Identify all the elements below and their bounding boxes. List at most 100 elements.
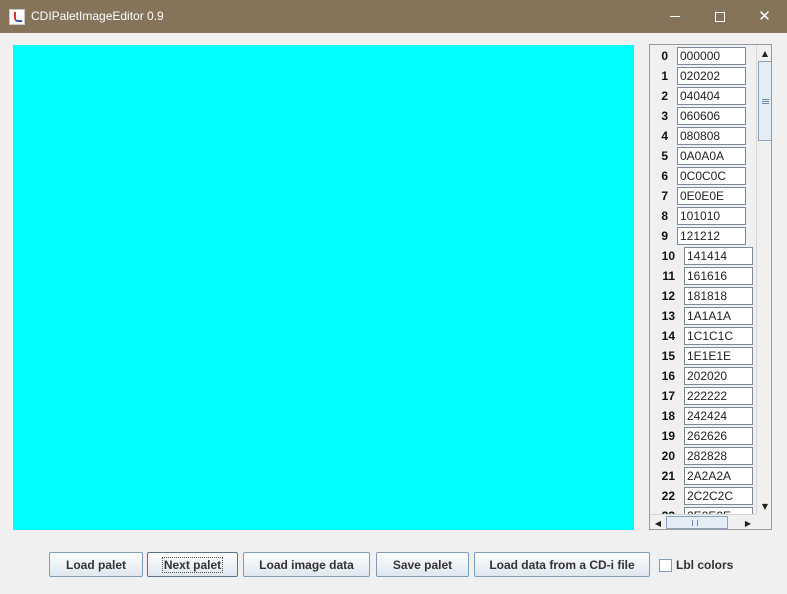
close-button[interactable]: ✕ — [742, 0, 787, 33]
save-palet-button[interactable]: Save palet — [376, 552, 469, 577]
palette-index: 18 — [661, 409, 675, 423]
palette-color-field[interactable]: 040404 — [677, 87, 746, 105]
title-bar: CDIPaletImageEditor 0.9 ✕ — [0, 0, 787, 33]
load-cdi-file-button[interactable]: Load data from a CD-i file — [474, 552, 650, 577]
palette-index: 19 — [661, 429, 675, 443]
palette-color-field[interactable]: 101010 — [677, 207, 746, 225]
palette-row: 15 1E1E1E — [650, 346, 756, 366]
palette-row: 7 0E0E0E — [650, 186, 756, 206]
palette-row: 11 161616 — [650, 266, 756, 286]
palette-index: 22 — [661, 489, 675, 503]
palette-color-field[interactable]: 222222 — [684, 387, 753, 405]
palette-color-field[interactable]: 202020 — [684, 367, 753, 385]
palette-index: 15 — [661, 349, 675, 363]
palette-index: 6 — [661, 169, 668, 183]
palette-color-field[interactable]: 121212 — [677, 227, 746, 245]
load-cdi-file-label: Load data from a CD-i file — [489, 557, 635, 572]
maximize-button[interactable] — [697, 0, 742, 33]
palette-row: 20 282828 — [650, 446, 756, 466]
palette-list: 0 000000 1 020202 2 040404 3 060606 4 080808 5 0A0A… — [650, 45, 756, 514]
lbl-colors-label[interactable]: Lbl colors — [676, 558, 733, 572]
palette-row: 14 1C1C1C — [650, 326, 756, 346]
palette-color-field[interactable]: 141414 — [684, 247, 753, 265]
palette-panel: 0 000000 1 020202 2 040404 3 060606 4 080808 5 0A0A… — [649, 44, 772, 530]
palette-row: 6 0C0C0C — [650, 166, 756, 186]
scroll-up-arrow-icon[interactable]: ▲ — [757, 45, 771, 61]
minimize-button[interactable] — [652, 0, 697, 33]
palette-color-field[interactable]: 262626 — [684, 427, 753, 445]
palette-color-field[interactable]: 1E1E1E — [684, 347, 753, 365]
image-canvas[interactable] — [13, 45, 634, 530]
palette-index: 17 — [661, 389, 675, 403]
palette-color-field[interactable]: 000000 — [677, 47, 746, 65]
palette-row: 9 121212 — [650, 226, 756, 246]
palette-row: 5 0A0A0A — [650, 146, 756, 166]
palette-row: 18 242424 — [650, 406, 756, 426]
palette-index: 9 — [661, 229, 668, 243]
palette-color-field[interactable]: 161616 — [684, 267, 753, 285]
grip-icon — [692, 520, 698, 526]
load-palet-button[interactable]: Load palet — [49, 552, 143, 577]
palette-row: 16 202020 — [650, 366, 756, 386]
palette-row: 4 080808 — [650, 126, 756, 146]
vertical-scrollbar[interactable]: ▲ ▼ — [756, 45, 771, 514]
palette-color-field[interactable]: 080808 — [677, 127, 746, 145]
palette-row: 22 2C2C2C — [650, 486, 756, 506]
horizontal-scroll-thumb[interactable] — [666, 516, 728, 529]
vertical-scroll-thumb[interactable] — [758, 61, 771, 141]
grip-icon — [762, 99, 769, 104]
palette-row: 1 020202 — [650, 66, 756, 86]
palette-color-field[interactable]: 2C2C2C — [684, 487, 753, 505]
palette-color-field[interactable]: 0C0C0C — [677, 167, 746, 185]
palette-color-field[interactable]: 060606 — [677, 107, 746, 125]
palette-color-field[interactable]: 1C1C1C — [684, 327, 753, 345]
palette-color-field[interactable]: 2E2E2E — [684, 507, 753, 514]
palette-color-field[interactable]: 282828 — [684, 447, 753, 465]
save-palet-label: Save palet — [392, 557, 453, 572]
palette-index: 0 — [661, 49, 668, 63]
load-palet-label: Load palet — [65, 557, 126, 572]
palette-color-field[interactable]: 1A1A1A — [684, 307, 753, 325]
maximize-icon — [714, 11, 725, 22]
palette-color-field[interactable]: 181818 — [684, 287, 753, 305]
palette-index: 14 — [661, 329, 675, 343]
palette-color-field[interactable]: 242424 — [684, 407, 753, 425]
palette-color-field[interactable]: 0A0A0A — [677, 147, 746, 165]
palette-index: 7 — [661, 189, 668, 203]
minimize-icon — [669, 16, 680, 17]
palette-row: 10 141414 — [650, 246, 756, 266]
scroll-down-arrow-icon[interactable]: ▼ — [757, 498, 771, 514]
load-image-data-button[interactable]: Load image data — [243, 552, 370, 577]
palette-index: 3 — [661, 109, 668, 123]
scroll-left-arrow-icon[interactable]: ◀ — [650, 515, 666, 529]
palette-color-field[interactable]: 2A2A2A — [684, 467, 753, 485]
palette-row: 17 222222 — [650, 386, 756, 406]
palette-color-field[interactable]: 0E0E0E — [677, 187, 746, 205]
palette-index: 13 — [661, 309, 675, 323]
palette-index: 1 — [661, 69, 668, 83]
scroll-right-arrow-icon[interactable]: ▶ — [740, 515, 756, 529]
palette-index: 12 — [661, 289, 675, 303]
palette-index: 4 — [661, 129, 668, 143]
palette-index: 2 — [661, 89, 668, 103]
lbl-colors-checkbox-group[interactable]: Lbl colors — [659, 557, 733, 573]
next-palet-button[interactable]: Next palet — [147, 552, 238, 577]
load-image-data-label: Load image data — [259, 557, 354, 572]
palette-row: 232E2E2E — [650, 506, 756, 514]
close-icon: ✕ — [758, 7, 771, 25]
lbl-colors-checkbox[interactable] — [659, 558, 672, 572]
palette-index: 20 — [661, 449, 675, 463]
palette-row: 12 181818 — [650, 286, 756, 306]
palette-row: 2 040404 — [650, 86, 756, 106]
palette-row: 0 000000 — [650, 46, 756, 66]
palette-row: 21 2A2A2A — [650, 466, 756, 486]
palette-index: 10 — [661, 249, 675, 263]
palette-color-field[interactable]: 020202 — [677, 67, 746, 85]
palette-row: 13 1A1A1A — [650, 306, 756, 326]
palette-row: 3 060606 — [650, 106, 756, 126]
window-title: CDIPaletImageEditor 0.9 — [31, 9, 164, 23]
horizontal-scrollbar[interactable]: ◀ ▶ — [650, 514, 756, 529]
palette-index: 16 — [661, 369, 675, 383]
palette-index: 21 — [661, 469, 675, 483]
java-cup-icon — [9, 9, 25, 25]
